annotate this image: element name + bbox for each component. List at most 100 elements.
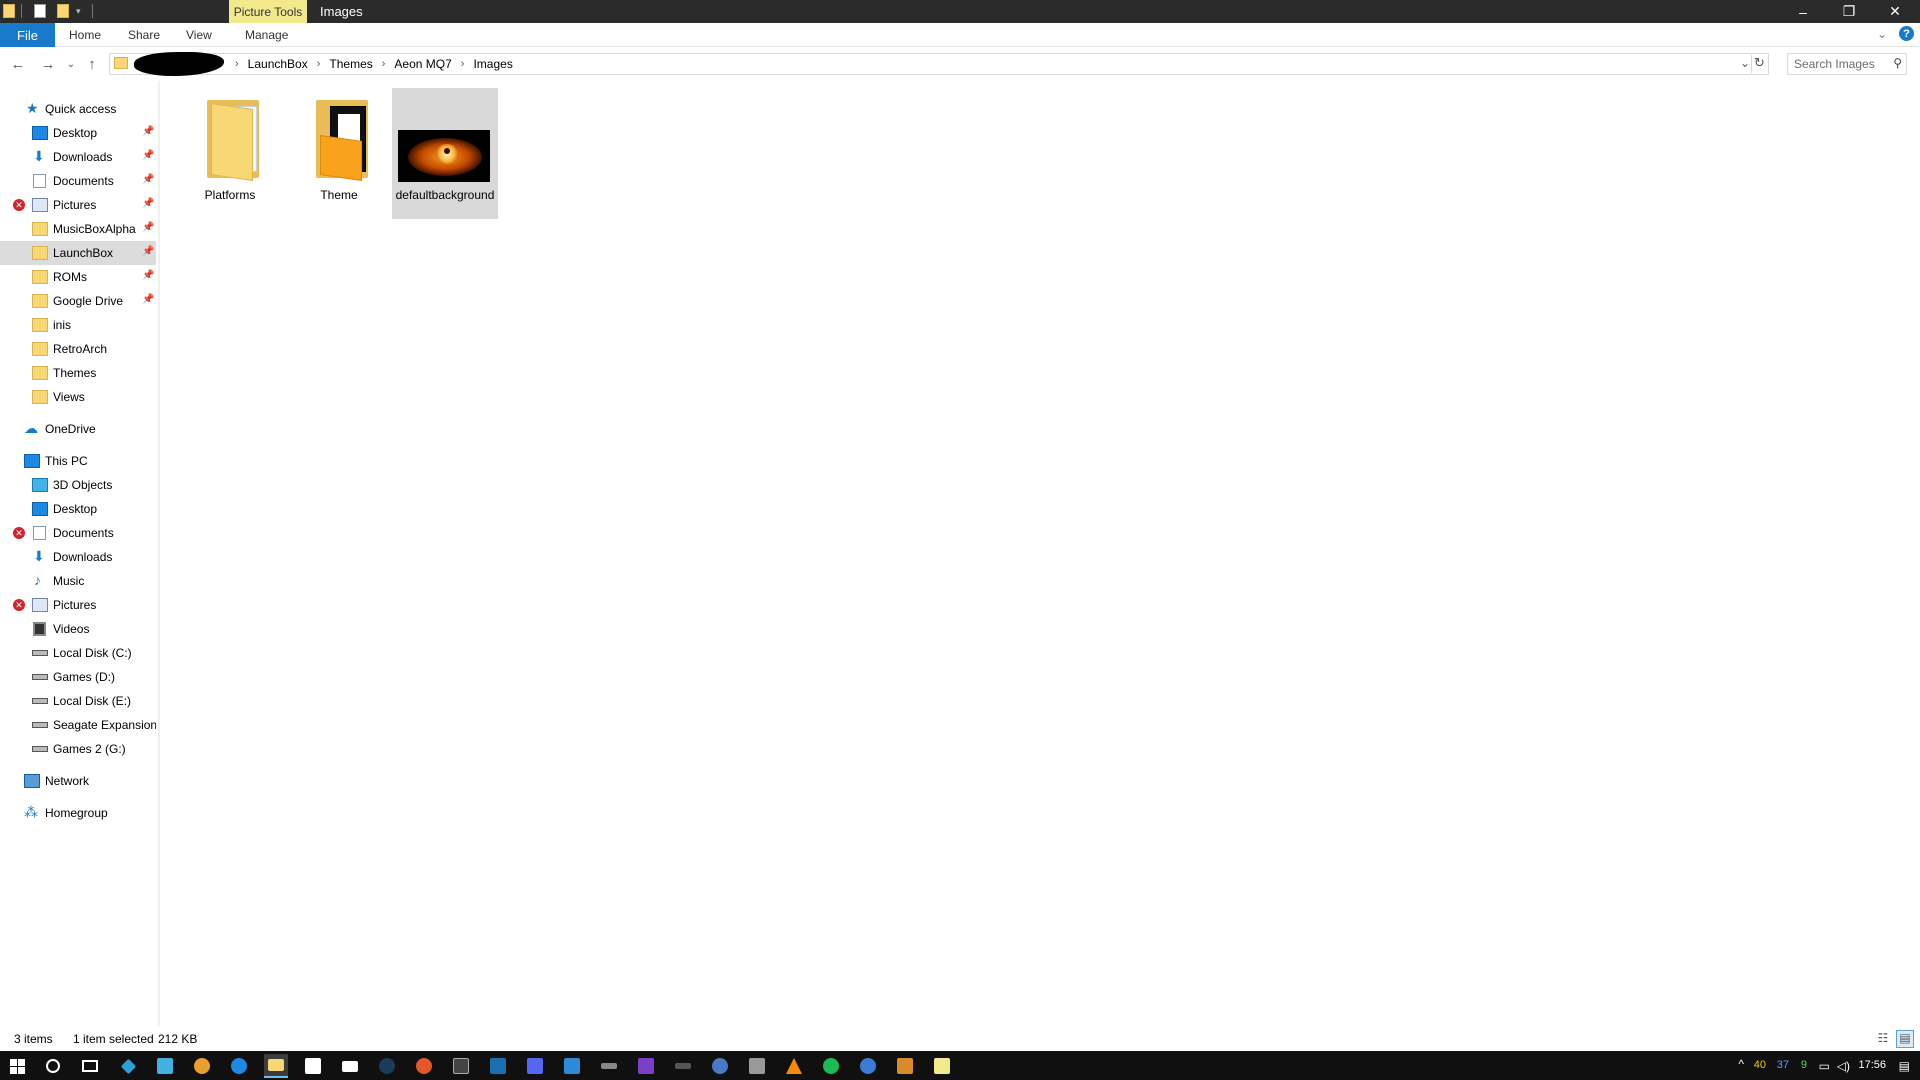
properties-icon[interactable] <box>34 4 46 18</box>
sidebar-item-documents-pc[interactable]: ✕ Documents <box>0 521 156 545</box>
sidebar-item-videos[interactable]: Videos <box>0 617 156 641</box>
search-icon[interactable]: ⚲ <box>1893 56 1902 70</box>
tab-file[interactable]: File <box>0 23 55 47</box>
back-button[interactable]: ← <box>8 54 28 74</box>
sidebar-item-music[interactable]: ♪ Music <box>0 569 156 593</box>
task-view-icon[interactable] <box>78 1054 102 1078</box>
sidebar-item-games-2-g[interactable]: Games 2 (G:) <box>0 737 156 761</box>
mail-icon[interactable] <box>338 1054 362 1078</box>
minimize-button[interactable]: – <box>1780 0 1826 23</box>
sidebar-item-pictures-pc[interactable]: ✕ Pictures <box>0 593 156 617</box>
breadcrumb-launchbox[interactable]: LaunchBox <box>248 57 308 71</box>
sidebar-item-roms[interactable]: ROMs 📌 <box>0 265 156 289</box>
qat-customize-icon[interactable]: ▾ <box>76 6 81 17</box>
help-icon[interactable]: ? <box>1899 26 1914 41</box>
network-icon[interactable]: ▭ <box>1819 1059 1830 1073</box>
sidebar-item-pictures[interactable]: ✕ Pictures 📌 <box>0 193 156 217</box>
cortana-search-icon[interactable] <box>41 1054 65 1078</box>
vlc-icon[interactable] <box>782 1054 806 1078</box>
pin-icon[interactable]: 📌 <box>142 174 154 185</box>
sidebar-item-local-disk-e[interactable]: Local Disk (E:) <box>0 689 156 713</box>
pin-icon[interactable]: 📌 <box>142 270 154 281</box>
app-icon[interactable] <box>634 1054 658 1078</box>
breadcrumb-images[interactable]: Images <box>473 57 512 71</box>
show-hidden-icons-chevron-icon[interactable]: ^ <box>1738 1057 1744 1071</box>
sidebar-item-this-pc[interactable]: This PC <box>0 449 156 473</box>
volume-icon[interactable]: ◁) <box>1837 1059 1850 1073</box>
pin-icon[interactable]: 📌 <box>142 246 154 257</box>
sidebar-item-views[interactable]: Views <box>0 385 156 409</box>
sidebar-item-downloads[interactable]: ⬇ Downloads 📌 <box>0 145 156 169</box>
app-icon[interactable] <box>745 1054 769 1078</box>
pin-icon[interactable]: 📌 <box>142 294 154 305</box>
restore-button[interactable]: ❐ <box>1826 0 1872 23</box>
sidebar-item-homegroup[interactable]: ⁂ Homegroup <box>0 801 156 825</box>
app-icon[interactable] <box>486 1054 510 1078</box>
file-item-theme[interactable]: Theme <box>286 88 392 219</box>
file-explorer-icon[interactable] <box>264 1054 288 1078</box>
sidebar-item-seagate-expansion[interactable]: Seagate Expansion I <box>0 713 156 737</box>
pin-icon[interactable]: 📌 <box>142 126 154 137</box>
forward-button[interactable]: → <box>38 54 58 74</box>
tab-view[interactable]: View <box>186 28 212 42</box>
notepad-icon[interactable] <box>930 1054 954 1078</box>
app-icon[interactable] <box>708 1054 732 1078</box>
file-item-platforms[interactable]: Platforms <box>177 88 283 219</box>
search-input[interactable] <box>1788 54 1888 74</box>
start-windows-icon[interactable] <box>5 1054 29 1078</box>
tab-share[interactable]: Share <box>128 28 160 42</box>
recent-locations-icon[interactable]: ⌄ <box>61 54 81 74</box>
sidebar-item-themes[interactable]: Themes <box>0 361 156 385</box>
app-icon[interactable] <box>893 1054 917 1078</box>
tab-manage[interactable]: Manage <box>245 28 288 42</box>
breadcrumb-themes[interactable]: Themes <box>329 57 372 71</box>
address-bar[interactable]: › LaunchBox › Themes › Aeon MQ7 › Images… <box>109 52 1769 76</box>
edge-browser-icon[interactable] <box>227 1054 251 1078</box>
app-icon[interactable] <box>116 1054 140 1078</box>
app-icon[interactable] <box>190 1054 214 1078</box>
pin-icon[interactable]: 📌 <box>142 150 154 161</box>
tab-home[interactable]: Home <box>69 28 101 42</box>
tray-value-3[interactable]: 9 <box>1801 1059 1807 1071</box>
sidebar-item-retroarch[interactable]: RetroArch <box>0 337 156 361</box>
sidebar-item-musicboxalpha[interactable]: MusicBoxAlpha 📌 <box>0 217 156 241</box>
clock[interactable]: 17:56 <box>1858 1059 1886 1071</box>
pin-icon[interactable]: 📌 <box>142 198 154 209</box>
tray-value-1[interactable]: 40 <box>1754 1059 1766 1071</box>
app-icon[interactable] <box>856 1054 880 1078</box>
refresh-icon[interactable]: ↻ <box>1751 55 1767 73</box>
breadcrumb-aeon-mq7[interactable]: Aeon MQ7 <box>394 57 451 71</box>
breadcrumb-separator[interactable]: › <box>382 58 386 70</box>
store-icon[interactable] <box>301 1054 325 1078</box>
sidebar-item-3d-objects[interactable]: 3D Objects <box>0 473 156 497</box>
breadcrumb-separator[interactable]: › <box>461 58 465 70</box>
app-icon[interactable] <box>819 1054 843 1078</box>
sidebar-item-downloads-pc[interactable]: ⬇ Downloads <box>0 545 156 569</box>
sidebar-item-quick-access[interactable]: ★ Quick access <box>0 97 156 121</box>
address-dropdown-icon[interactable]: ⌄ <box>1740 56 1750 70</box>
sidebar-item-google-drive[interactable]: Google Drive 📌 <box>0 289 156 313</box>
breadcrumb-separator[interactable]: › <box>317 58 321 70</box>
app-icon[interactable] <box>153 1054 177 1078</box>
app-icon[interactable] <box>671 1054 695 1078</box>
sidebar-item-inis[interactable]: inis <box>0 313 156 337</box>
steam-icon[interactable] <box>375 1054 399 1078</box>
app-icon[interactable] <box>412 1054 436 1078</box>
app-icon[interactable] <box>449 1054 473 1078</box>
sidebar-item-launchbox[interactable]: LaunchBox 📌 <box>0 241 156 265</box>
file-item-defaultbackground[interactable]: defaultbackground <box>392 88 498 219</box>
sidebar-item-onedrive[interactable]: ☁ OneDrive <box>0 417 156 441</box>
app-icon[interactable] <box>523 1054 547 1078</box>
expand-ribbon-chevron-icon[interactable]: ⌄ <box>1877 27 1887 41</box>
sidebar-item-local-disk-c[interactable]: Local Disk (C:) <box>0 641 156 665</box>
up-button[interactable]: ↑ <box>82 54 102 74</box>
app-icon[interactable] <box>560 1054 584 1078</box>
folder-icon[interactable] <box>3 4 15 18</box>
app-icon[interactable] <box>597 1054 621 1078</box>
sidebar-item-documents[interactable]: Documents 📌 <box>0 169 156 193</box>
sidebar-item-games-d[interactable]: Games (D:) <box>0 665 156 689</box>
new-folder-icon[interactable] <box>57 4 69 18</box>
tray-value-2[interactable]: 37 <box>1777 1059 1789 1071</box>
pin-icon[interactable]: 📌 <box>142 222 154 233</box>
details-view-icon[interactable]: ☷ <box>1874 1030 1892 1048</box>
